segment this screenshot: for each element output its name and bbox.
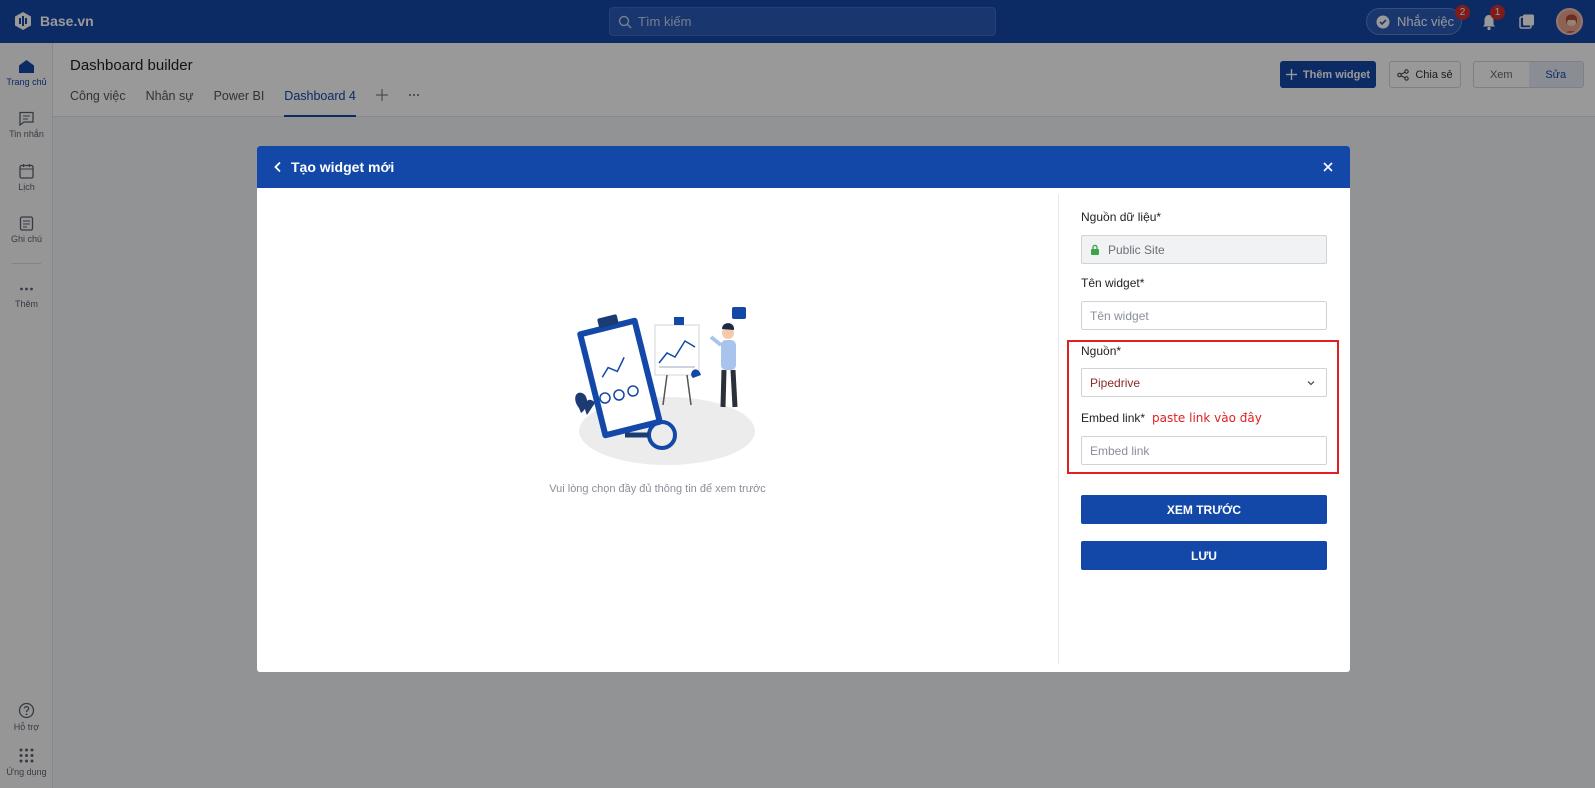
data-source-field: Public Site [1081, 235, 1327, 264]
create-widget-modal: Tạo widget mới Vui lòng chọn đầy đủ thôn… [257, 146, 1350, 672]
widget-name-field[interactable] [1081, 301, 1327, 330]
widget-name-label: Tên widget* [1081, 276, 1145, 290]
data-source-label: Nguồn dữ liệu* [1081, 210, 1162, 224]
panel-divider [1058, 194, 1059, 664]
data-analysis-illustration [575, 307, 755, 465]
close-icon[interactable] [1320, 159, 1336, 175]
highlight-annotation-box [1067, 340, 1339, 474]
modal-header: Tạo widget mới [257, 146, 1350, 188]
save-button[interactable]: LƯU [1081, 541, 1327, 570]
back-chevron-icon[interactable] [273, 161, 283, 173]
lock-icon [1091, 244, 1099, 255]
preview-button[interactable]: XEM TRƯỚC [1081, 495, 1327, 524]
preview-hint: Vui lòng chọn đầy đủ thông tin để xem tr… [549, 483, 766, 495]
widget-preview-area: Vui lòng chọn đầy đủ thông tin để xem tr… [257, 188, 1058, 672]
widget-name-input[interactable] [1090, 308, 1310, 323]
modal-title: Tạo widget mới [291, 159, 395, 175]
data-source-value: Public Site [1108, 242, 1165, 257]
